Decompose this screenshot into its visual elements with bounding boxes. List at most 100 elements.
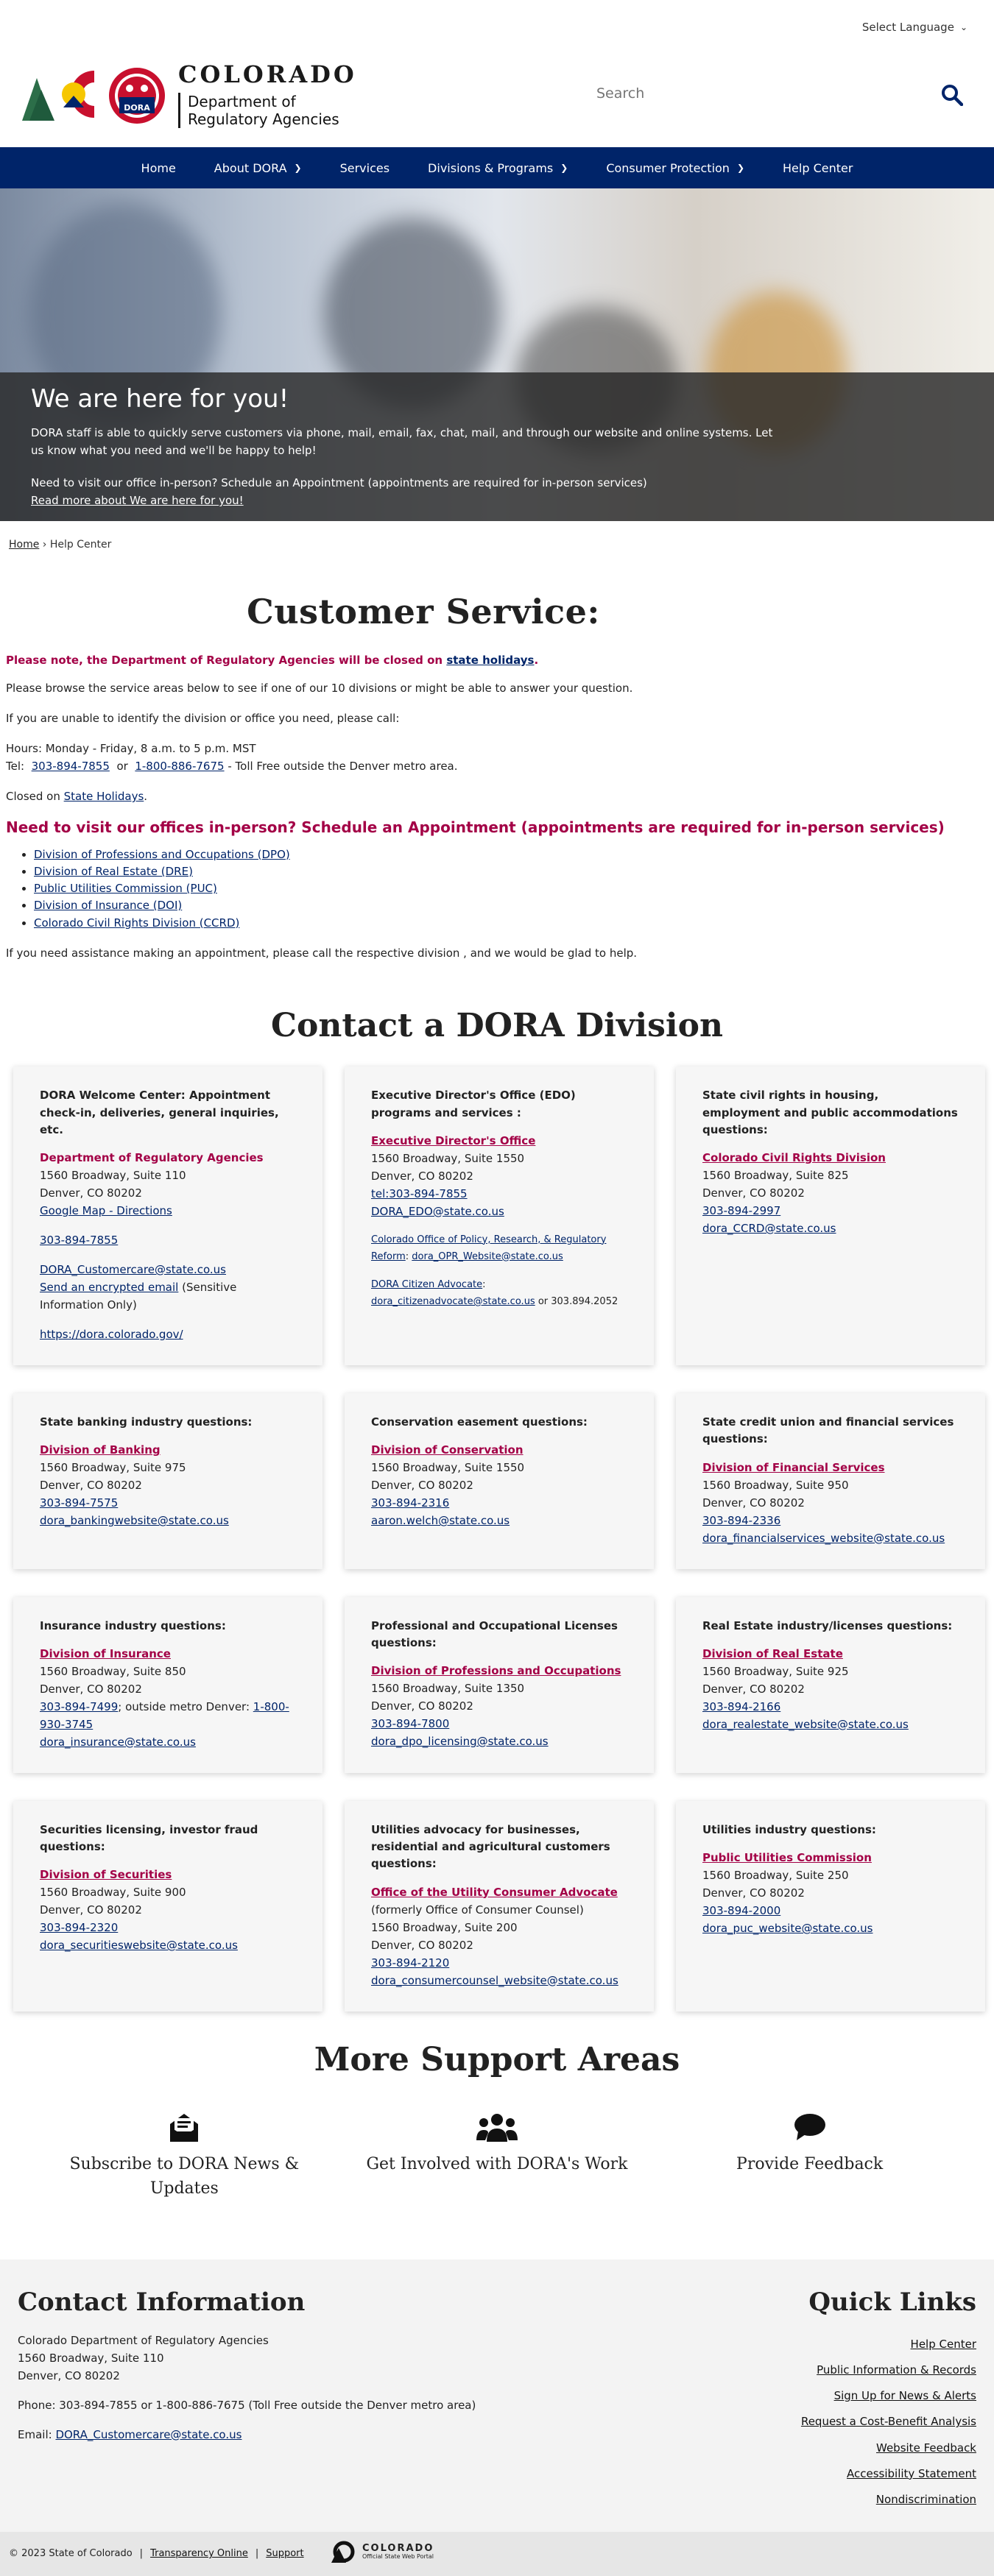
chevron-right-icon: ❯: [736, 163, 745, 173]
encrypted-email-link[interactable]: Send an encrypted email: [40, 1281, 178, 1294]
language-selector[interactable]: Select Language ⌄: [862, 21, 967, 34]
breadcrumb-current: Help Center: [49, 539, 112, 551]
quick-link-help-center[interactable]: Help Center: [801, 2332, 976, 2357]
unable-text: If you are unable to identify the divisi…: [6, 711, 400, 725]
list-item: Colorado Civil Rights Division (CCRD): [34, 915, 988, 932]
card-phone-link[interactable]: tel:303-894-7855: [371, 1187, 468, 1200]
nav-home[interactable]: Home: [122, 161, 195, 175]
card-division-link[interactable]: Division of Banking: [40, 1443, 161, 1457]
search-icon[interactable]: [941, 84, 963, 106]
card-phone-link[interactable]: 303-894-2320: [40, 1921, 118, 1934]
card-email-link[interactable]: DORA_EDO@state.co.us: [371, 1205, 504, 1218]
card-phone-link[interactable]: 303-894-2000: [702, 1904, 780, 1917]
division-link-dre[interactable]: Division of Real Estate (DRE): [34, 865, 193, 878]
card-public-utilities: Utilities industry questions: Public Uti…: [676, 1800, 985, 2011]
card-email-link[interactable]: dora_securitieswebsite@state.co.us: [40, 1939, 238, 1952]
card-phone-link[interactable]: 303-894-7800: [371, 1717, 449, 1730]
state-holidays-link-2[interactable]: State Holidays: [64, 790, 144, 803]
quick-link-nondiscrimination[interactable]: Nondiscrimination: [801, 2487, 976, 2513]
copr-email-link[interactable]: dora_OPR_Website@state.co.us: [412, 1251, 563, 1262]
nav-help-center[interactable]: Help Center: [764, 161, 872, 175]
support-subscribe[interactable]: Subscribe to DORA News & Updates: [44, 2108, 324, 2201]
card-phone-link[interactable]: 303-894-2120: [371, 1956, 449, 1970]
hero-text: DORA staff is able to quickly serve cust…: [31, 426, 773, 457]
division-link-puc[interactable]: Public Utilities Commission (PUC): [34, 882, 217, 895]
nav-divisions-programs[interactable]: Divisions & Programs ❯: [409, 161, 587, 175]
support-link[interactable]: Support: [266, 2548, 303, 2559]
support-get-involved[interactable]: Get Involved with DORA's Work: [357, 2108, 637, 2201]
card-email-link[interactable]: dora_CCRD@state.co.us: [702, 1222, 836, 1235]
phone-link-main[interactable]: 303-894-7855: [32, 760, 110, 773]
card-welcome-center: DORA Welcome Center: Appointment check-i…: [13, 1066, 322, 1365]
quick-links-title: Quick Links: [808, 2287, 976, 2317]
footer-email-link[interactable]: DORA_Customercare@state.co.us: [55, 2428, 242, 2441]
card-division-link[interactable]: Division of Professions and Occupations: [371, 1664, 621, 1677]
copyright-text: © 2023 State of Colorado: [9, 2548, 133, 2559]
card-note: (formerly Office of Consumer Counsel): [371, 1903, 584, 1917]
card-email-link[interactable]: DORA_Customercare@state.co.us: [40, 1263, 226, 1276]
card-phone-link[interactable]: 303-894-7855: [40, 1234, 118, 1247]
card-address-line: Denver, CO 80202: [40, 1186, 142, 1200]
card-address-line: 1560 Broadway, Suite 250: [702, 1869, 849, 1882]
card-address-line: 1560 Broadway, Suite 975: [40, 1461, 186, 1475]
card-phone-link[interactable]: 303-894-2336: [702, 1514, 780, 1527]
card-phone-link[interactable]: 303-894-2997: [702, 1204, 780, 1217]
support-feedback[interactable]: Provide Feedback: [670, 2108, 950, 2201]
card-phone-link[interactable]: 303-894-2166: [702, 1700, 780, 1713]
list-item: Public Utilities Commission (PUC): [34, 880, 988, 897]
quick-link-news-alerts[interactable]: Sign Up for News & Alerts: [801, 2383, 976, 2409]
nav-services[interactable]: Services: [321, 161, 409, 175]
card-email-link[interactable]: dora_consumercounsel_website@state.co.us: [371, 1974, 618, 1987]
closed-line: Closed on State Holidays.: [6, 790, 148, 803]
card-phone-link[interactable]: 303-894-7499: [40, 1700, 118, 1713]
state-portal-logo[interactable]: COLORADO Official State Web Portal: [331, 2541, 434, 2563]
card-division-link[interactable]: Division of Insurance: [40, 1647, 171, 1660]
tel-suffix: - Toll Free outside the Denver metro are…: [228, 760, 458, 773]
division-link-dpo[interactable]: Division of Professions and Occupations …: [34, 848, 290, 861]
card-division-link[interactable]: Office of the Utility Consumer Advocate: [371, 1886, 618, 1899]
map-directions-link[interactable]: Google Map - Directions: [40, 1204, 172, 1217]
card-email-link[interactable]: dora_financialservices_website@state.co.…: [702, 1532, 945, 1545]
list-item: Division of Insurance (DOI): [34, 897, 988, 914]
quick-link-public-records[interactable]: Public Information & Records: [801, 2357, 976, 2383]
nav-about-dora[interactable]: About DORA ❯: [195, 161, 321, 175]
appointment-division-list: Division of Professions and Occupations …: [34, 846, 988, 932]
card-question: Securities licensing, investor fraud que…: [40, 1822, 258, 1853]
footer-email-line: Email: DORA_Customercare@state.co.us: [18, 2426, 476, 2444]
transparency-online-link[interactable]: Transparency Online: [150, 2548, 248, 2559]
division-link-doi[interactable]: Division of Insurance (DOI): [34, 899, 182, 912]
card-division-link[interactable]: Division of Real Estate: [702, 1647, 843, 1660]
breadcrumb-home[interactable]: Home: [9, 539, 39, 551]
citizen-advocate-link[interactable]: DORA Citizen Advocate: [371, 1279, 482, 1290]
quick-link-accessibility[interactable]: Accessibility Statement: [801, 2461, 976, 2487]
search-input[interactable]: [582, 81, 891, 106]
card-email-link[interactable]: dora_dpo_licensing@state.co.us: [371, 1735, 549, 1748]
nav-consumer-protection[interactable]: Consumer Protection ❯: [587, 161, 764, 175]
division-link-ccrd[interactable]: Colorado Civil Rights Division (CCRD): [34, 916, 239, 930]
card-email-link[interactable]: dora_puc_website@state.co.us: [702, 1922, 873, 1935]
card-email-link[interactable]: dora_insurance@state.co.us: [40, 1735, 196, 1749]
state-holidays-link[interactable]: state holidays: [446, 654, 534, 667]
site-logo[interactable]: DORA COLORADO Department of Regulatory A…: [21, 60, 357, 128]
card-email-link[interactable]: dora_bankingwebsite@state.co.us: [40, 1514, 229, 1527]
hero-read-more-link[interactable]: Read more about We are here for you!: [31, 494, 244, 507]
card-division-link[interactable]: Colorado Civil Rights Division: [702, 1151, 886, 1164]
card-address-line: 1560 Broadway, Suite 1550: [371, 1461, 525, 1475]
card-email-link[interactable]: aaron.welch@state.co.us: [371, 1514, 510, 1527]
quick-link-website-feedback[interactable]: Website Feedback: [801, 2435, 976, 2461]
appointment-heading: Need to visit our offices in-person? Sch…: [6, 818, 945, 836]
card-division-link[interactable]: Executive Director's Office: [371, 1134, 535, 1147]
card-email-link[interactable]: dora_realestate_website@state.co.us: [702, 1718, 909, 1731]
dora-website-link[interactable]: https://dora.colorado.gov/: [40, 1328, 183, 1341]
citizen-advocate-email-link[interactable]: dora_citizenadvocate@state.co.us: [371, 1296, 535, 1307]
card-division-link[interactable]: Division of Financial Services: [702, 1461, 885, 1474]
card-division-link[interactable]: Public Utilities Commission: [702, 1851, 872, 1864]
browse-text: Please browse the service areas below to…: [6, 682, 633, 695]
card-phone-link[interactable]: 303-894-7575: [40, 1496, 118, 1510]
quick-link-cost-benefit[interactable]: Request a Cost-Benefit Analysis: [801, 2409, 976, 2435]
card-division-link[interactable]: Division of Securities: [40, 1868, 172, 1881]
phone-link-tollfree[interactable]: 1-800-886-7675: [135, 760, 224, 773]
card-division-link[interactable]: Division of Conservation: [371, 1443, 524, 1457]
people-icon: [357, 2108, 637, 2146]
card-phone-link[interactable]: 303-894-2316: [371, 1496, 449, 1510]
